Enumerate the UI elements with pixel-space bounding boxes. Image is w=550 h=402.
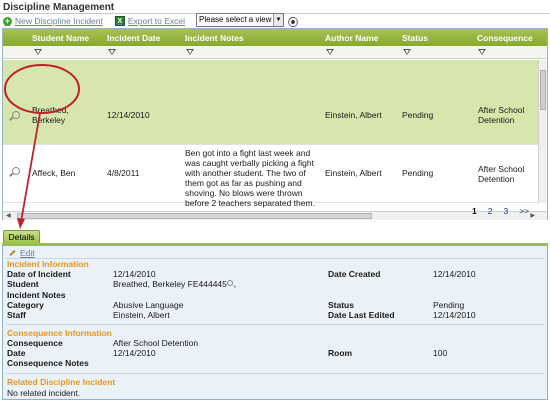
cell-consequence: After School Detention [478,105,525,125]
grid-header: Student Name Incident Date Incident Note… [3,29,547,46]
view-select-value: Please select a view [199,15,272,24]
cell-status: Pending [402,168,434,178]
scroll-right-icon[interactable]: ▶ [530,212,535,220]
label-date-created: Date Created [328,269,381,279]
value-staff: Einstein, Albert [113,310,170,320]
section-incident-information: Incident Information [7,259,89,269]
value-consequence-date: 12/14/2010 [113,348,156,358]
scroll-left-icon[interactable]: ◀ [6,212,11,220]
page-1-link[interactable]: 1 [472,206,477,216]
export-excel-button[interactable]: X Export to Excel [114,16,186,26]
cell-author-name: Einstein, Albert [325,110,382,120]
page-title: Discipline Management [3,2,115,13]
label-consequence: Consequence [7,338,63,348]
label-student: Student [7,279,39,289]
filter-icon[interactable] [478,49,486,55]
section-related-discipline-incident: Related Discipline Incident [7,377,116,387]
label-staff: Staff [7,310,26,320]
value-consequence: After School Detention [113,338,199,348]
value-date-last-edited: 12/14/2010 [433,310,476,320]
cell-student-name: Affeck, Ben [32,168,76,178]
cell-student-name: Breathed, Berkeley [32,105,69,125]
toolbar: + New Discipline Incident X Export to Ex… [3,14,185,28]
scrollbar-thumb[interactable] [17,213,372,219]
magnifier-icon[interactable] [12,167,20,175]
grid-filter-row [3,46,547,59]
filter-icon[interactable] [34,49,42,55]
filter-icon[interactable] [108,49,116,55]
column-header-incident-date[interactable]: Incident Date [107,33,160,43]
value-category: Abusive Language [113,300,184,310]
horizontal-scrollbar[interactable]: ◀ ▶ [3,211,547,220]
vertical-scrollbar[interactable] [538,60,547,203]
value-student: Breathed, Berkeley FE444445 [113,279,227,289]
divider [6,373,544,374]
related-incident-text: No related incident. [7,388,81,398]
label-category: Category [7,300,44,310]
binoculars-icon[interactable]: ⦿ [288,14,298,29]
excel-icon: X [114,16,125,26]
edit-link[interactable]: Edit [20,248,35,258]
divider [6,324,544,325]
value-date-of-incident: 12/14/2010 [113,269,156,279]
plus-icon: + [3,15,12,26]
export-excel-label: Export to Excel [127,16,186,26]
label-date-last-edited: Date Last Edited [328,310,395,320]
filter-icon[interactable] [326,49,334,55]
page-3-link[interactable]: 3 [503,206,508,216]
panel-top-border [3,244,547,246]
section-consequence-information: Consequence Information [7,328,112,338]
column-header-incident-notes[interactable]: Incident Notes [185,33,244,43]
table-row[interactable]: Breathed, Berkeley 12/14/2010 Einstein, … [3,60,539,145]
label-date-of-incident: Date of Incident [7,269,71,279]
scrollbar-thumb[interactable] [540,70,546,110]
discipline-grid: Student Name Incident Date Incident Note… [2,28,548,220]
tab-details[interactable]: Details [3,230,40,244]
cell-author-name: Einstein, Albert [325,168,382,178]
cell-incident-date: 12/14/2010 [107,110,150,120]
pencil-icon[interactable] [9,249,16,257]
new-incident-button[interactable]: + New Discipline Incident [3,16,103,26]
cell-incident-notes: Ben got into a fight last week and was c… [185,148,315,208]
view-select[interactable]: Please select a view ▼ [196,13,284,27]
column-header-student-name[interactable]: Student Name [32,33,89,43]
label-room: Room [328,348,353,358]
filter-icon[interactable] [403,49,411,55]
details-panel: Edit Incident Information Date of Incide… [2,243,548,400]
label-status: Status [328,300,354,310]
chevron-down-icon[interactable]: ▼ [273,14,283,26]
table-row[interactable]: Affeck, Ben 4/8/2011 Ben got into a figh… [3,145,539,208]
value-room: 100 [433,348,448,358]
new-incident-label: New Discipline Incident [15,16,103,26]
label-consequence-notes: Consequence Notes [7,358,89,368]
cell-consequence: After School Detention [478,164,525,184]
value-date-created: 12/14/2010 [433,269,476,279]
label-consequence-date: Date [7,348,26,358]
value-status: Pending [433,300,465,310]
magnifier-icon[interactable] [227,280,233,286]
label-incident-notes: Incident Notes [7,290,66,300]
column-header-consequence[interactable]: Consequence [477,33,533,43]
magnifier-icon[interactable] [12,111,20,119]
cell-status: Pending [402,110,434,120]
cell-incident-date: 4/8/2011 [107,168,140,178]
pager: 1 2 3 >> [472,206,529,216]
column-header-status[interactable]: Status [402,33,428,43]
next-pages-link[interactable]: >> [519,206,529,216]
page-2-link[interactable]: 2 [488,206,493,216]
filter-icon[interactable] [186,49,194,55]
column-header-author-name[interactable]: Author Name [325,33,378,43]
